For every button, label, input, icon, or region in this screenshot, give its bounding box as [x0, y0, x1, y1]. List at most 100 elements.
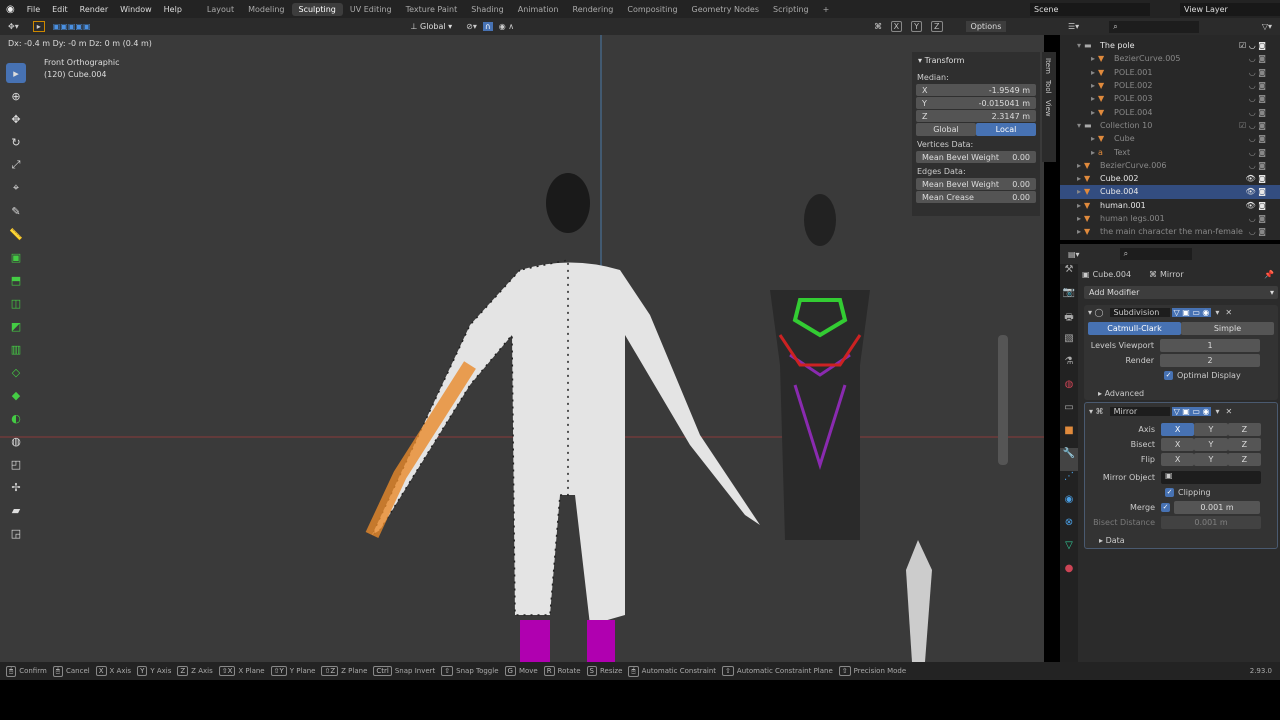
visibility-icon[interactable]: ◡ ◙ — [1249, 54, 1266, 63]
tab-texture-paint[interactable]: Texture Paint — [399, 3, 465, 16]
mirror-bisect-y-toggle[interactable]: Y — [1194, 437, 1228, 451]
mirror-bisect-x-toggle[interactable]: X — [1161, 437, 1195, 451]
visibility-icon[interactable]: 👁 ◙ — [1246, 201, 1266, 210]
display-mode-icon[interactable]: ☰▾ — [1068, 22, 1079, 31]
tab-geometry-nodes[interactable]: Geometry Nodes — [685, 3, 766, 16]
expand-arrow-icon[interactable]: ▸ — [1088, 94, 1098, 103]
shrink-fatten-tool-icon[interactable]: ✢ — [6, 477, 26, 497]
visibility-icon[interactable]: ◡ ◙ — [1249, 134, 1266, 143]
render-levels-field[interactable]: 2 — [1160, 353, 1260, 367]
vertex-bevel-weight-field[interactable]: Mean Bevel Weight 0.00 — [916, 151, 1036, 163]
expand-arrow-icon[interactable]: ▸ — [1088, 108, 1098, 117]
median-x-field[interactable]: X -1.9549 m — [916, 84, 1036, 96]
scene-tab-icon[interactable]: ⚗ — [1060, 356, 1078, 379]
outliner-item[interactable]: ▸ ▼ BezierCurve.005 ◡ ◙ — [1060, 52, 1280, 65]
inset-tool-icon[interactable]: ◫ — [6, 293, 26, 313]
transform-tool-icon[interactable]: ⌖ — [6, 178, 26, 198]
tab-uv-editing[interactable]: UV Editing — [343, 3, 399, 16]
mirror-object-field[interactable]: ▣ — [1161, 470, 1261, 484]
remove-modifier-icon[interactable]: ✕ — [1225, 308, 1232, 317]
data-tab-icon[interactable]: ▽ — [1060, 540, 1078, 563]
mirror-flip-z-toggle[interactable]: Z — [1227, 452, 1261, 466]
tab-shading[interactable]: Shading — [464, 3, 511, 16]
modifier-dropdown-icon[interactable]: ▾ — [1215, 407, 1219, 416]
tab-item[interactable]: Item — [1044, 58, 1052, 74]
object-tab-icon[interactable]: ■ — [1060, 425, 1078, 448]
tab-scripting[interactable]: Scripting — [766, 3, 816, 16]
menu-render[interactable]: Render — [74, 5, 114, 14]
rotate-tool-icon[interactable]: ↻ — [6, 132, 26, 152]
expand-arrow-icon[interactable]: ▸ — [1088, 81, 1098, 90]
transform-panel-header[interactable]: ▾ Transform — [912, 52, 1040, 69]
annotate-tool-icon[interactable]: ✎ — [6, 201, 26, 221]
tab-layout[interactable]: Layout — [200, 3, 241, 16]
merge-distance-field[interactable]: 0.001 m — [1174, 500, 1260, 514]
pivot-icon[interactable]: ⊘▾ — [466, 22, 477, 31]
bevel-tool-icon[interactable]: ◩ — [6, 316, 26, 336]
catmull-clark-toggle[interactable]: Catmull-Clark — [1088, 322, 1181, 335]
physics-tab-icon[interactable]: ◉ — [1060, 494, 1078, 517]
expand-arrow-icon[interactable]: ▾ — [1074, 41, 1084, 50]
bisect-distance-field[interactable]: 0.001 m — [1161, 515, 1261, 529]
blender-logo-icon[interactable]: ◉ — [0, 4, 21, 15]
knife-tool-icon[interactable]: ◇ — [6, 362, 26, 382]
mirror-name-field[interactable]: Mirror — [1109, 406, 1170, 416]
loop-cut-tool-icon[interactable]: ▥ — [6, 339, 26, 359]
snap-icon[interactable]: ∩ — [482, 22, 493, 31]
add-cube-tool-icon[interactable]: ▣ — [6, 247, 26, 267]
outliner-item[interactable]: ▸ ▼ POLE.002 ◡ ◙ — [1060, 79, 1280, 92]
mirror-axis-icons[interactable]: ⌘ XYZ — [874, 21, 945, 32]
collapse-icon[interactable]: ▾ ⌘ — [1089, 407, 1104, 416]
material-tab-icon[interactable]: ● — [1060, 563, 1078, 586]
tab-animation[interactable]: Animation — [511, 3, 566, 16]
remove-modifier-icon[interactable]: ✕ — [1225, 407, 1232, 416]
levels-viewport-field[interactable]: 1 — [1160, 338, 1260, 352]
expand-arrow-icon[interactable]: ▸ — [1074, 174, 1084, 183]
expand-arrow-icon[interactable]: ▸ — [1088, 54, 1098, 63]
add-modifier-dropdown[interactable]: Add Modifier ▾ — [1084, 286, 1278, 299]
extrude-tool-icon[interactable]: ⬒ — [6, 270, 26, 290]
outliner-item[interactable]: ▾ ▬ Collection 10 ☑ ◡ ◙ — [1060, 119, 1280, 132]
scene-selector[interactable]: Scene — [1030, 2, 1150, 16]
menu-file[interactable]: File — [21, 5, 46, 14]
modifier-visibility-toggles[interactable]: ▽ ▣ ▭ ◉ — [1171, 406, 1212, 416]
mean-crease-field[interactable]: Mean Crease 0.00 — [916, 191, 1036, 203]
expand-arrow-icon[interactable]: ▸ — [1088, 134, 1098, 143]
outliner-item[interactable]: ▸ ▼ the main character the man-female ◡ ◙ — [1060, 225, 1280, 238]
visibility-icon[interactable]: 👁 ◙ — [1246, 187, 1266, 196]
scale-tool-icon[interactable]: ⤢ — [6, 155, 26, 175]
outliner-item[interactable]: ▸ ▼ human.001 👁 ◙ — [1060, 199, 1280, 212]
cursor-tool-icon[interactable]: ⊕ — [6, 86, 26, 106]
expand-arrow-icon[interactable]: ▸ — [1088, 68, 1098, 77]
tab-modeling[interactable]: Modeling — [241, 3, 291, 16]
visibility-icon[interactable]: ◡ ◙ — [1249, 161, 1266, 170]
particles-tab-icon[interactable]: ⋰ — [1060, 471, 1078, 494]
view-layer-tab-icon[interactable]: ▧ — [1060, 333, 1078, 356]
view-layer-selector[interactable]: View Layer — [1180, 2, 1280, 16]
menu-edit[interactable]: Edit — [46, 5, 74, 14]
world-tab-icon[interactable]: ◍ — [1060, 379, 1078, 402]
modifier-tab-icon[interactable]: 🔧 — [1060, 448, 1078, 471]
expand-arrow-icon[interactable]: ▸ — [1074, 161, 1084, 170]
move-tool-icon[interactable]: ✥ — [6, 109, 26, 129]
data-subpanel[interactable]: ▸ Data — [1085, 533, 1277, 547]
outliner-item[interactable]: ▸ ▼ POLE.001 ◡ ◙ — [1060, 66, 1280, 79]
smooth-tool-icon[interactable]: ◍ — [6, 431, 26, 451]
expand-arrow-icon[interactable]: ▸ — [1074, 201, 1084, 210]
optimal-display-checkbox[interactable]: ✓ Optimal Display — [1084, 368, 1278, 382]
visibility-icon[interactable]: 👁 ◙ — [1246, 174, 1266, 183]
outliner-item[interactable]: ▸ a Text ◡ ◙ — [1060, 145, 1280, 158]
mirror-flip-y-toggle[interactable]: Y — [1194, 452, 1228, 466]
axis-y[interactable]: Y — [911, 21, 923, 32]
tab-compositing[interactable]: Compositing — [620, 3, 684, 16]
edge-bevel-weight-field[interactable]: Mean Bevel Weight 0.00 — [916, 178, 1036, 190]
collection-tab-icon[interactable]: ▭ — [1060, 402, 1078, 425]
tab-rendering[interactable]: Rendering — [566, 3, 621, 16]
filter-icon[interactable]: ▽▾ — [1262, 22, 1272, 31]
constraints-tab-icon[interactable]: ⊗ — [1060, 517, 1078, 540]
global-toggle[interactable]: Global — [916, 123, 976, 136]
advanced-subpanel[interactable]: ▸ Advanced — [1084, 386, 1278, 400]
poly-build-tool-icon[interactable]: ◆ — [6, 385, 26, 405]
visibility-icon[interactable]: ☑ ◡ ◙ — [1239, 121, 1266, 130]
visibility-icon[interactable]: ☑ ◡ ◙ — [1239, 41, 1266, 50]
